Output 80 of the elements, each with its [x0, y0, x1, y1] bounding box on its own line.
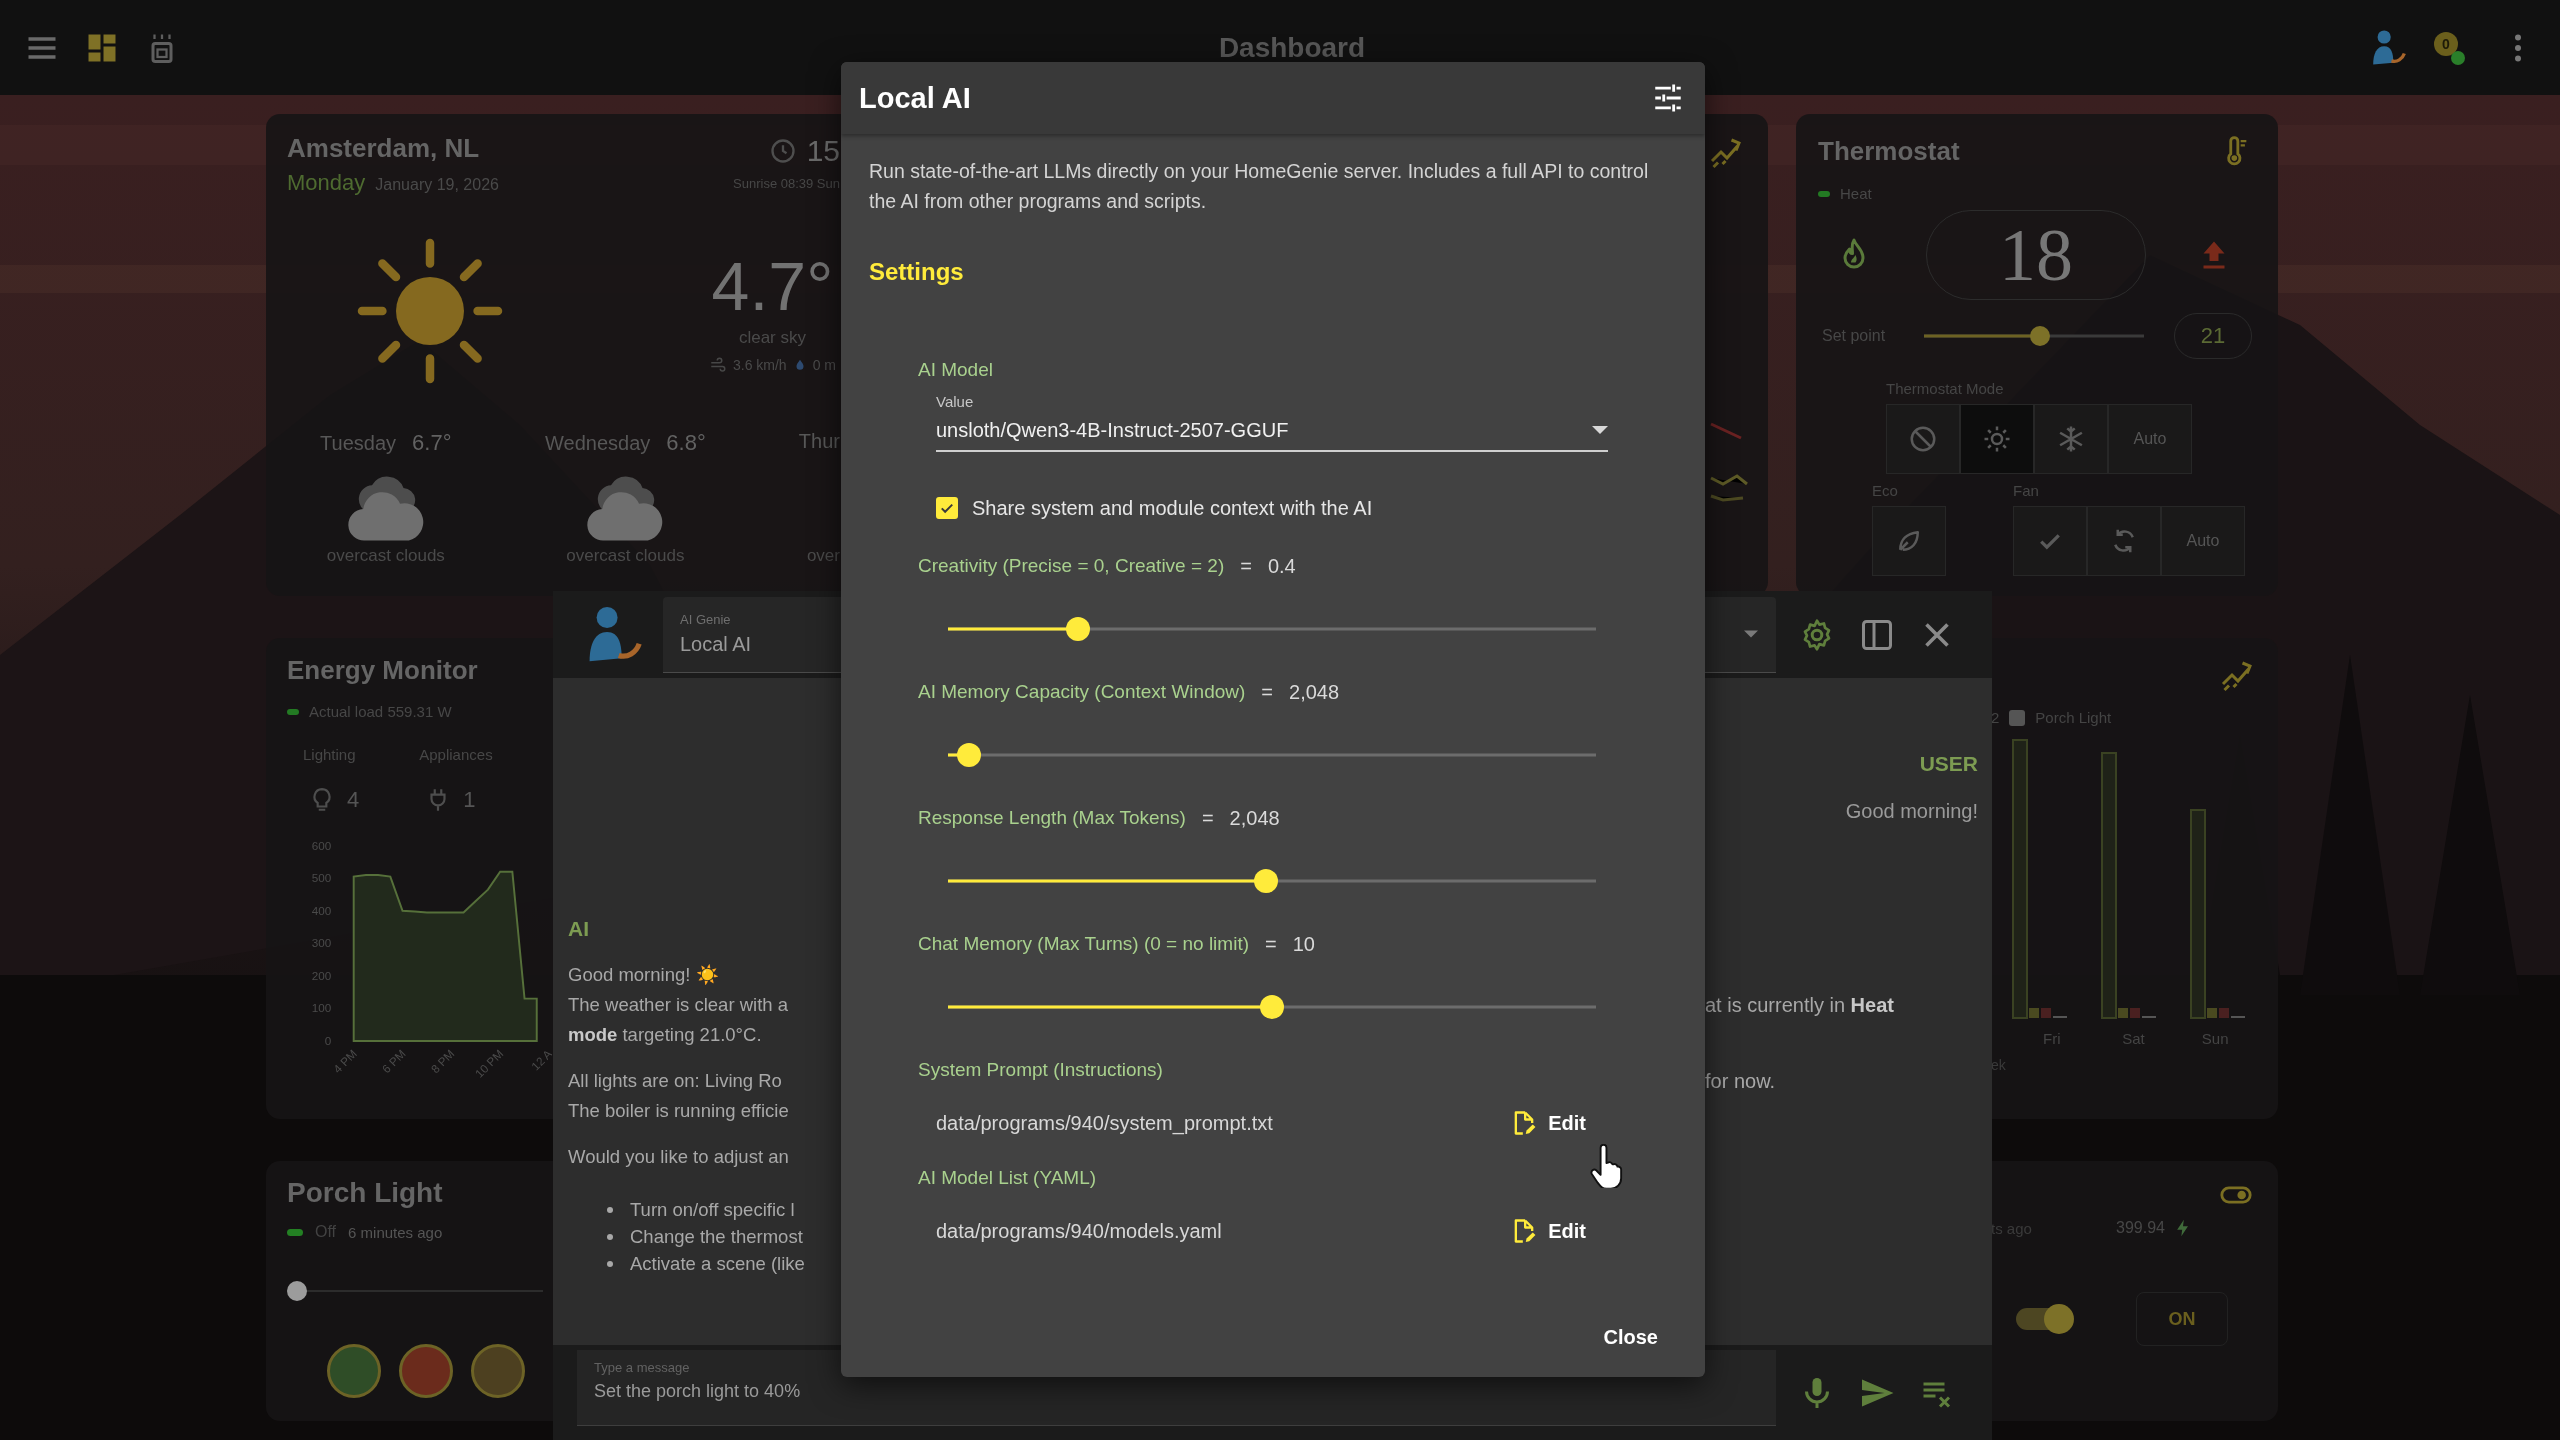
sender-label: AI: [568, 916, 589, 942]
forecast-temperature: 6.8°: [666, 430, 706, 456]
mode-button[interactable]: [1886, 404, 1960, 474]
message-text: Turn on/off specific l: [630, 1198, 795, 1221]
field-label: AI Model: [918, 358, 993, 382]
page-title: Dashboard: [1217, 31, 1367, 64]
message-text: The weather is clear with a: [568, 993, 789, 1017]
weekday: Monday: [287, 170, 366, 196]
equals-sign: =: [1261, 680, 1273, 705]
fan-button[interactable]: [2087, 506, 2161, 576]
color-swatch[interactable]: [471, 1344, 525, 1398]
sun-icon: [1982, 424, 2012, 454]
bar: [2219, 1008, 2229, 1018]
mode-button[interactable]: [1960, 404, 2034, 474]
wind-icon: [708, 356, 727, 374]
stat-value: 1: [463, 786, 476, 813]
section-title: Settings: [869, 257, 965, 287]
updated-time: 6 minutes ago: [348, 1223, 443, 1241]
dialog-title: Local AI: [859, 81, 971, 115]
prohibited-icon: [1908, 424, 1938, 454]
caret-icon: [1592, 426, 1608, 434]
slider-value: 10: [1292, 932, 1315, 957]
card-title: Porch Light: [287, 1178, 444, 1208]
slider-value: 2,048: [1289, 680, 1340, 705]
forecast-day: Tuesday: [320, 432, 397, 455]
equals-sign: =: [1240, 554, 1252, 579]
message-text: mode targeting 21.0°C.: [568, 1023, 762, 1047]
model-select[interactable]: Value unsloth/Qwen3-4B-Instruct-2507-GGUF: [936, 392, 1608, 452]
current-temperature: 4.7°: [711, 248, 834, 324]
equals-sign: =: [1201, 806, 1214, 831]
mode-button[interactable]: [2034, 404, 2108, 474]
message-text: All lights are on: Living Ro: [568, 1069, 782, 1093]
description: Run state-of-the-art LLMs directly on your HomeGenie server. Includes a full API to control the AI from other programs and scripts.: [869, 159, 1650, 214]
user-message: Good morning!: [1845, 799, 1978, 824]
card-title: Thermostat: [1818, 137, 1960, 165]
edit-button[interactable]: Edit: [1500, 1211, 1596, 1251]
bar: [2041, 1008, 2051, 1018]
bullet-dot: [607, 1233, 613, 1240]
forecast-day: Thur: [798, 430, 840, 453]
caret-icon: [1744, 630, 1758, 638]
message-text: Would you like to adjust an: [568, 1145, 789, 1169]
message-text: at is currently in Heat: [1705, 993, 1894, 1018]
slider-label: Response Length (Max Tokens): [918, 806, 1186, 830]
field-label: System Prompt (Instructions): [918, 1058, 1163, 1082]
state-button[interactable]: ON: [2136, 1292, 2228, 1346]
color-swatch[interactable]: [399, 1344, 453, 1398]
file-path: data/programs/940/system_prompt.txt: [936, 1111, 1273, 1135]
slider-label: Creativity (Precise = 0, Creative = 2): [918, 554, 1225, 578]
message-text: for now.: [1705, 1069, 1776, 1094]
message-text: The boiler is running efficie: [568, 1099, 789, 1123]
sender-label: USER: [1919, 751, 1978, 777]
slider-label: AI Memory Capacity (Context Window): [918, 680, 1246, 704]
clock-icon: [768, 137, 797, 165]
color-swatch[interactable]: [327, 1344, 381, 1398]
bullet-dot: [607, 1260, 613, 1267]
forecast-temperature: 6.7°: [412, 430, 452, 456]
checkbox-label: Share system and module context with the AI: [972, 496, 1373, 520]
slider-value: 0.4: [1267, 554, 1296, 579]
message-input[interactable]: Set the porch light to 40%: [594, 1380, 1759, 1402]
legend-swatch: [2009, 709, 2026, 726]
time: 15: [806, 134, 840, 168]
card-title: Energy Monitor: [287, 656, 479, 684]
checkbox[interactable]: [936, 497, 958, 519]
edit-button[interactable]: Edit: [1500, 1103, 1596, 1143]
pointer-cursor-icon: [1587, 1144, 1623, 1188]
bullet-dot: [607, 1206, 613, 1213]
message-text: Good morning! ☀: [568, 963, 719, 987]
forecast-day: Wednesday: [545, 432, 651, 455]
status-dot: [2451, 50, 2465, 65]
stat-value: 4: [347, 786, 360, 813]
message-text: Activate a scene (like: [630, 1252, 805, 1275]
field-label: AI Model List (YAML): [918, 1166, 1097, 1190]
eco-button[interactable]: [1872, 506, 1946, 576]
city-name: Amsterdam, NL: [287, 134, 481, 162]
file-path: data/programs/940/models.yaml: [936, 1219, 1222, 1243]
bar: [2130, 1008, 2140, 1018]
equals-sign: =: [1265, 932, 1277, 957]
slider-label: Chat Memory (Max Turns) (0 = no limit): [918, 932, 1249, 956]
slider-value: 2,048: [1229, 806, 1280, 831]
message-text: Change the thermost: [630, 1225, 803, 1248]
